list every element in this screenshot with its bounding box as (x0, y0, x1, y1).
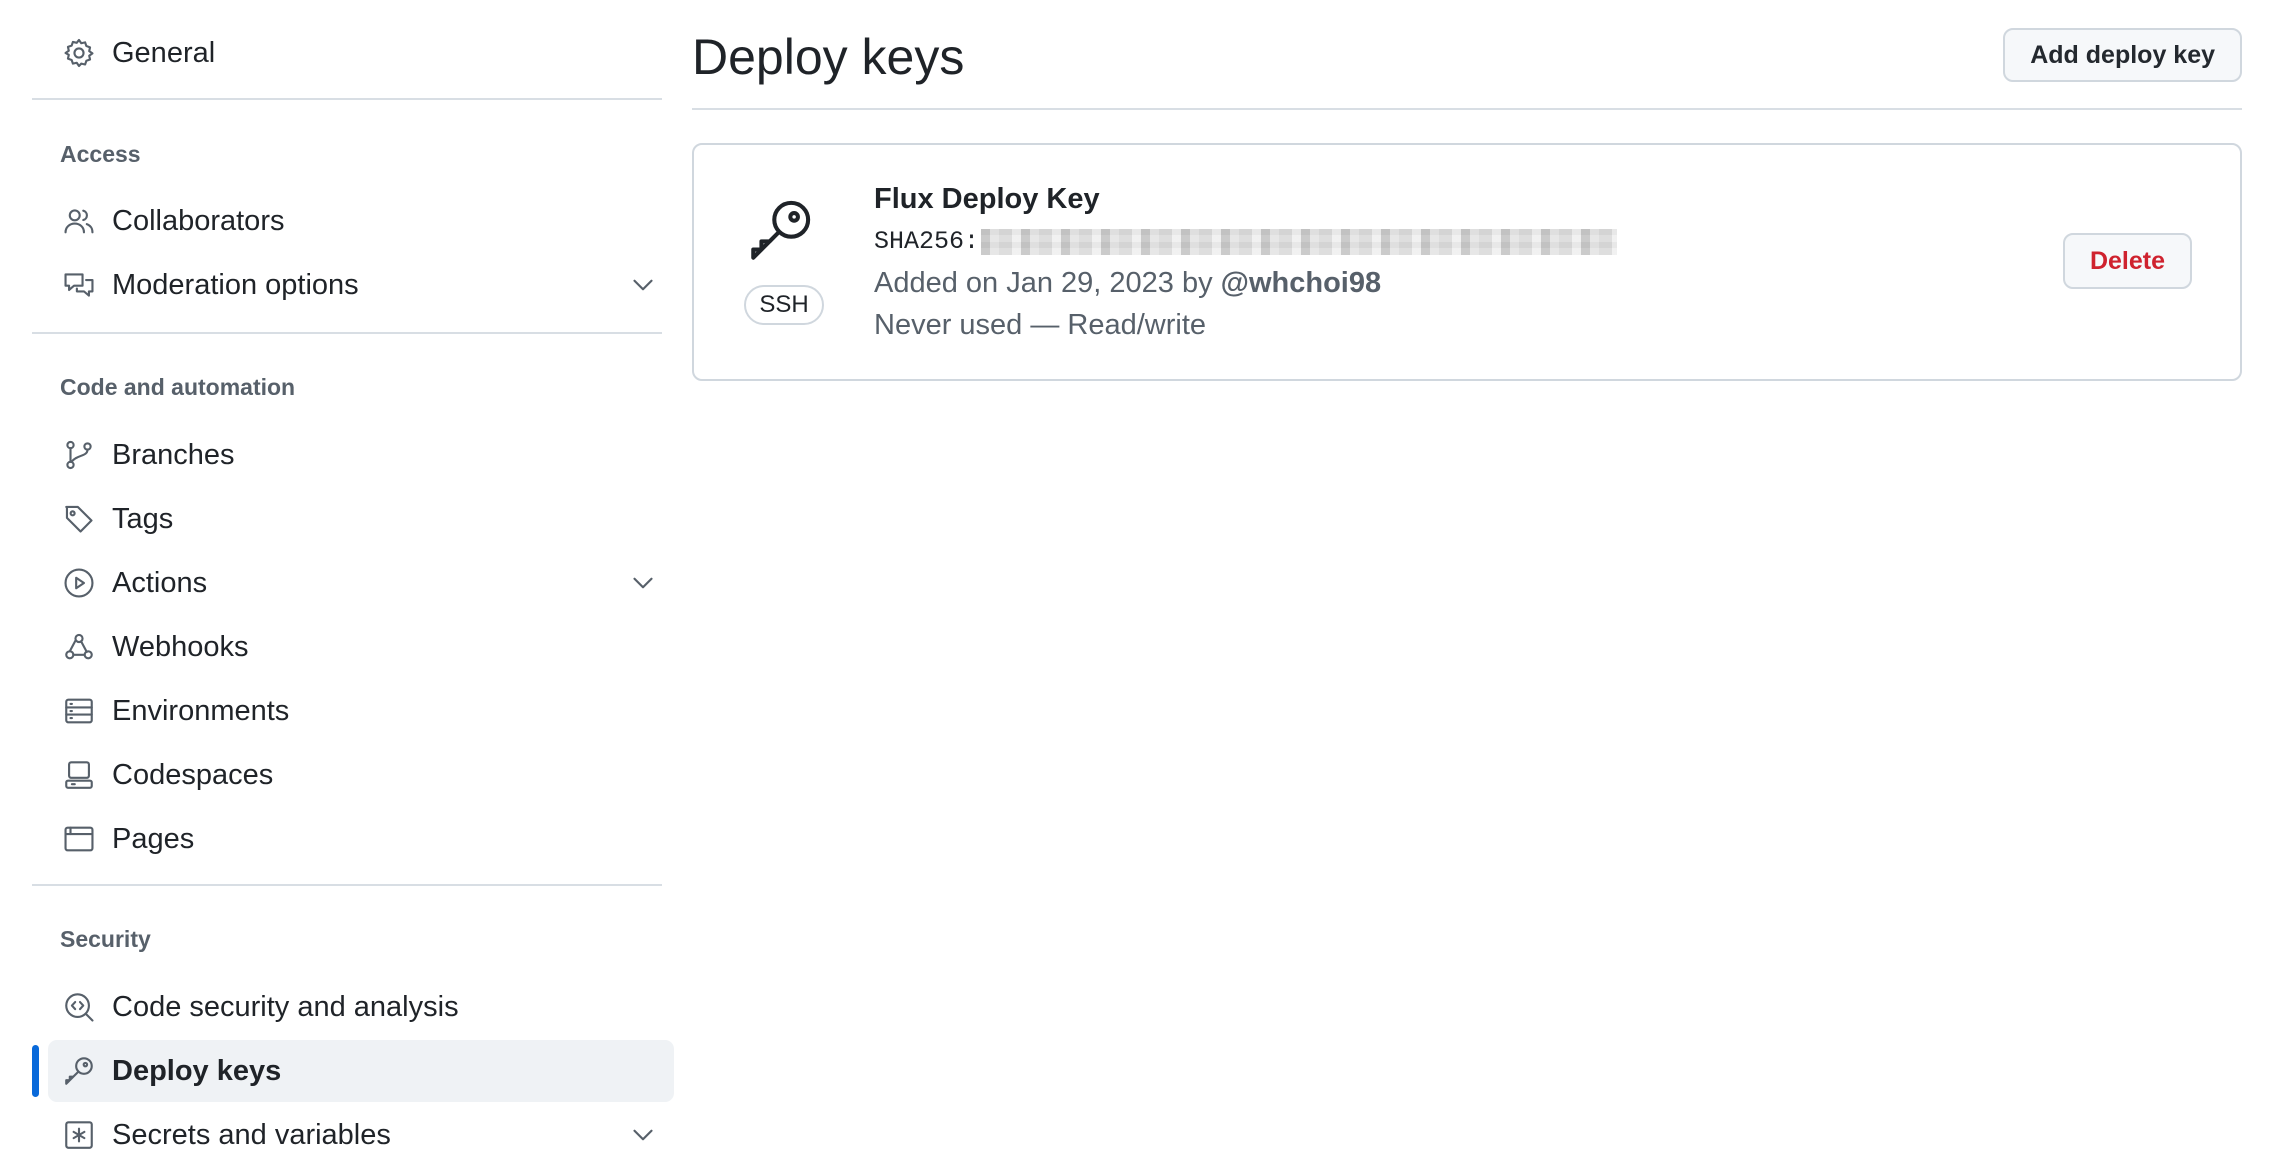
sidebar-item-label: Webhooks (112, 630, 249, 663)
sidebar-item-label: Secrets and variables (112, 1118, 391, 1151)
add-deploy-key-button[interactable]: Add deploy key (2003, 28, 2242, 82)
redacted-fingerprint (981, 228, 1618, 255)
sidebar-divider (32, 98, 662, 100)
sidebar-item-label: Deploy keys (112, 1054, 282, 1087)
sidebar-item-label: Tags (112, 502, 174, 535)
codescan-icon (61, 989, 97, 1025)
browser-icon (61, 821, 97, 857)
fingerprint-prefix: SHA256: (874, 227, 980, 256)
active-item-indicator (32, 1045, 39, 1097)
added-by-user: @whchoi98 (1220, 267, 1382, 299)
sidebar-item-pages[interactable]: Pages (48, 808, 674, 870)
main-content: Deploy keys Add deploy key SSH Flux Depl… (692, 0, 2242, 1174)
sidebar-item-label: General (112, 36, 216, 69)
key-icon (61, 1053, 97, 1089)
sidebar-item-codespaces[interactable]: Codespaces (48, 744, 674, 806)
chevron-down-icon[interactable] (626, 566, 660, 600)
sidebar-item-label: Codespaces (112, 758, 274, 791)
key-name: Flux Deploy Key (874, 183, 1100, 215)
settings-sidebar: General Access Collaborators Moderation … (32, 0, 674, 1174)
sidebar-item-general[interactable]: General (48, 22, 674, 84)
gear-icon (61, 35, 97, 71)
sidebar-item-environments[interactable]: Environments (48, 680, 674, 742)
sidebar-item-label: Environments (112, 694, 290, 727)
comment-discussion-icon (61, 267, 97, 303)
key-icon (751, 200, 811, 260)
group-title-code-automation: Code and automation (60, 374, 296, 400)
webhook-icon (61, 629, 97, 665)
sidebar-item-webhooks[interactable]: Webhooks (48, 616, 674, 678)
codespaces-icon (61, 757, 97, 793)
added-date-text: Added on Jan 29, 2023 by (874, 267, 1221, 299)
key-type-badge: SSH (744, 285, 824, 325)
tag-icon (61, 501, 97, 537)
people-icon (61, 203, 97, 239)
group-title-access: Access (60, 141, 141, 167)
delete-key-button[interactable]: Delete (2062, 233, 2192, 289)
sidebar-item-moderation-options[interactable]: Moderation options (48, 254, 674, 316)
sidebar-item-branches[interactable]: Branches (48, 424, 674, 486)
sidebar-item-code-security[interactable]: Code security and analysis (48, 976, 674, 1038)
key-added-info: Added on Jan 29, 2023 by @whchoi98 (874, 267, 1381, 300)
deploy-key-card: SSH Flux Deploy Key SHA256: Added on Jan… (692, 143, 2242, 381)
group-title-security: Security (60, 926, 151, 952)
key-usage-info: Never used — Read/write (874, 309, 1207, 341)
sidebar-item-label: Code security and analysis (112, 990, 459, 1023)
sidebar-item-deploy-keys[interactable]: Deploy keys (48, 1040, 674, 1102)
sidebar-item-label: Pages (112, 822, 195, 855)
sidebar-item-secrets-variables[interactable]: Secrets and variables (48, 1104, 674, 1166)
sidebar-item-label: Actions (112, 566, 208, 599)
sidebar-item-label: Moderation options (112, 268, 359, 301)
sidebar-divider (32, 332, 662, 334)
chevron-down-icon[interactable] (626, 268, 660, 302)
server-icon (61, 693, 97, 729)
header-divider (692, 108, 2242, 110)
sidebar-item-tags[interactable]: Tags (48, 488, 674, 550)
sidebar-item-actions[interactable]: Actions (48, 552, 674, 614)
key-asterisk-icon (61, 1117, 97, 1153)
play-icon (61, 565, 97, 601)
sidebar-item-label: Branches (112, 438, 235, 471)
git-branch-icon (61, 437, 97, 473)
sidebar-item-label: Collaborators (112, 204, 285, 237)
chevron-down-icon[interactable] (626, 1118, 660, 1152)
page-title: Deploy keys (692, 29, 965, 85)
key-fingerprint: SHA256: (874, 227, 1618, 256)
sidebar-divider (32, 884, 662, 886)
sidebar-item-collaborators[interactable]: Collaborators (48, 190, 674, 252)
